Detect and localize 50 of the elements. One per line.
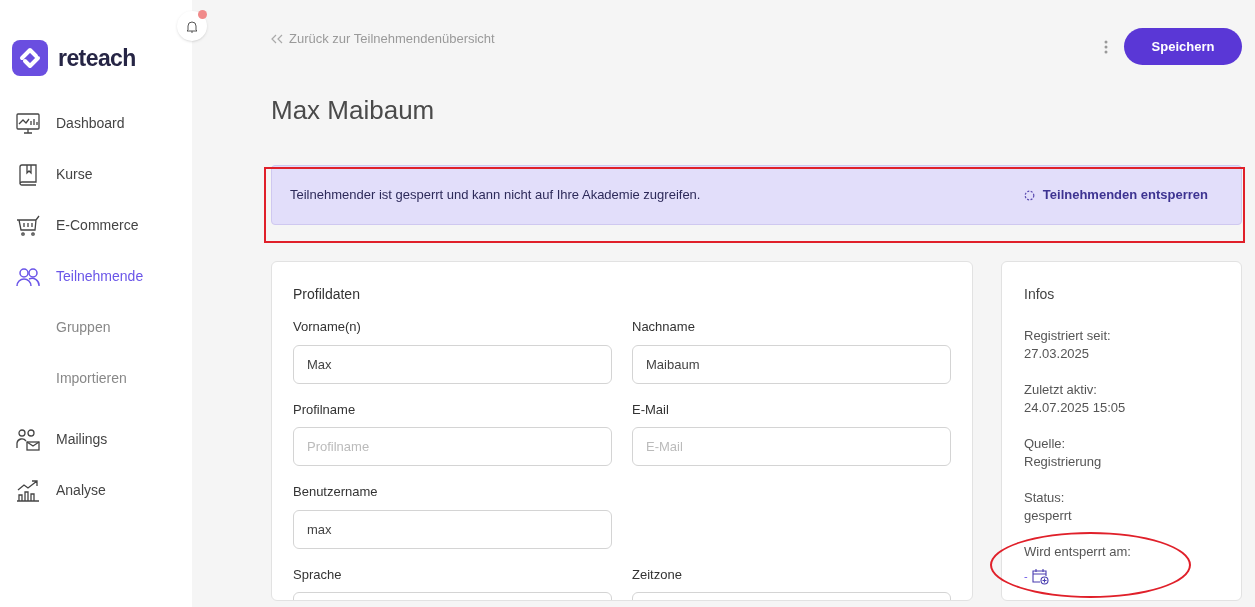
logo-icon: [12, 40, 48, 76]
input-field[interactable]: max: [293, 509, 612, 549]
save-button[interactable]: Speichern: [1124, 28, 1242, 65]
book-icon: [18, 163, 38, 186]
input-field[interactable]: E-Mail: [632, 427, 951, 466]
nav-item[interactable]: E-Commerce: [0, 200, 192, 251]
double-chevron-left-icon: [271, 33, 283, 44]
field-label: Zeitzone: [632, 565, 683, 584]
nav-item[interactable]: Teilnehmende: [0, 251, 192, 302]
refresh-icon: [1023, 189, 1035, 201]
info-label: Wird entsperrt am:: [1024, 543, 1132, 561]
users-mail-icon: [16, 427, 40, 452]
input-field[interactable]: Profilname: [293, 427, 612, 466]
field-label: Nachname: [632, 318, 696, 336]
info-value: Registrierung: [1024, 453, 1103, 471]
users-icon: [16, 266, 40, 287]
nav-subitem[interactable]: Importieren: [0, 353, 192, 404]
date-link[interactable]: -: [1024, 567, 1028, 585]
section-title: Profildaten: [293, 285, 361, 304]
input-field[interactable]: Max: [293, 344, 612, 384]
input-field[interactable]: Maibaum: [632, 344, 951, 384]
cart-icon: [16, 214, 40, 237]
unlock-button[interactable]: Teilnehmenden entsperren: [1023, 185, 1208, 205]
field-label: Sprache: [293, 565, 343, 584]
info-label: Zuletzt aktiv:: [1024, 381, 1098, 399]
nav-item[interactable]: Kurse: [0, 149, 192, 200]
growth-chart-icon: [16, 479, 40, 502]
info-label: Quelle:: [1024, 435, 1067, 453]
section-title: Infos: [1024, 285, 1056, 304]
nav-item[interactable]: Dashboard: [0, 98, 192, 149]
nav-subitem[interactable]: Gruppen: [0, 302, 192, 353]
field-label: Benutzername: [293, 483, 379, 501]
info-value: 24.07.2025 15:05: [1024, 399, 1127, 417]
nav-item[interactable]: Analyse: [0, 465, 192, 516]
more-options-icon[interactable]: [1104, 39, 1108, 54]
monitor-chart-icon: [16, 112, 40, 135]
nav-item[interactable]: Mailings: [0, 414, 192, 465]
info-value: gesperrt: [1024, 507, 1073, 525]
page-title: Max Maibaum: [271, 94, 436, 127]
info-label: Registriert seit:: [1024, 327, 1112, 345]
info-value: 27.03.2025: [1024, 345, 1091, 363]
notifications-button[interactable]: [177, 11, 207, 41]
brand-name: reteach: [58, 43, 136, 73]
info-label: Status:: [1024, 489, 1066, 507]
field-label: Profilname: [293, 400, 357, 419]
field-label: E-Mail: [632, 400, 670, 419]
calendar-add-icon[interactable]: [1031, 568, 1049, 585]
alert-message: Teilnehmender ist gesperrt und kann nicht auf Ihre Akademie zugreifen.: [290, 186, 701, 205]
bell-icon: [186, 19, 198, 33]
field-label: Vorname(n): [293, 318, 362, 336]
